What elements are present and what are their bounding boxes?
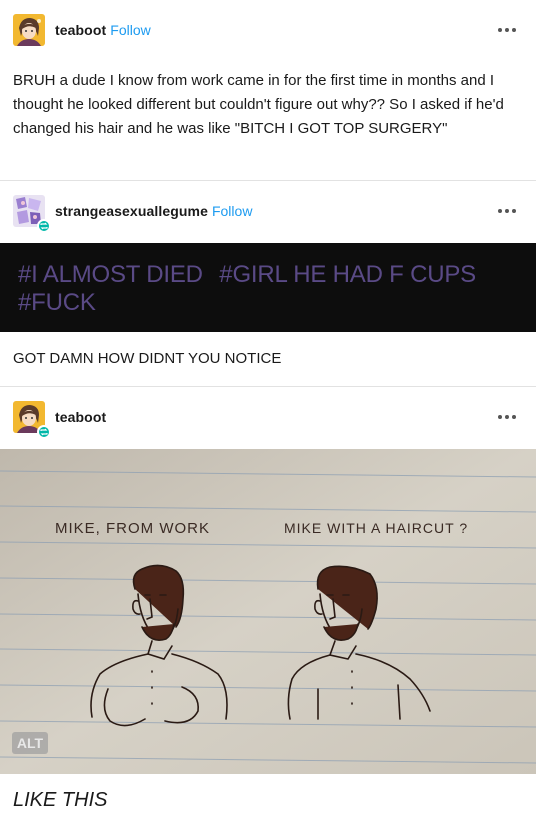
more-options-icon[interactable] xyxy=(498,415,516,419)
more-options-icon[interactable] xyxy=(498,209,516,213)
post-body-text: GOT DAMN HOW DIDNT YOU NOTICE xyxy=(13,350,282,367)
tag[interactable]: #GIRL HE HAD F CUPS xyxy=(219,261,476,288)
tag[interactable]: #FUCK xyxy=(18,289,96,316)
follow-button[interactable]: Follow xyxy=(212,203,252,219)
avatar[interactable] xyxy=(13,14,45,46)
drawing-image: MIKE, FROM WORK MIKE WITH A HAIRCUT ? xyxy=(0,449,536,774)
drawing-label-right: MIKE WITH A HAIRCUT ? xyxy=(284,520,468,536)
tags-block: #I ALMOST DIED #GIRL HE HAD F CUPS #FUCK xyxy=(0,243,536,332)
more-options-icon[interactable] xyxy=(498,28,516,32)
post-header-teaboot: teaboot xyxy=(0,387,536,447)
drawing-label-left: MIKE, FROM WORK xyxy=(55,520,210,537)
blog-name[interactable]: teaboot xyxy=(55,22,106,38)
post-header-teaboot: teaboot Follow xyxy=(0,0,536,60)
teaboot-avatar-icon xyxy=(13,14,45,46)
avatar[interactable] xyxy=(13,401,51,439)
post-caption: LIKE THIS xyxy=(13,789,108,811)
reblog-icon xyxy=(37,219,51,233)
tag[interactable]: #I ALMOST DIED xyxy=(18,261,203,288)
blog-name[interactable]: strangeasexuallegume xyxy=(55,203,208,219)
reblog-icon xyxy=(37,425,51,439)
post-header-strangeasexuallegume: strangeasexuallegume Follow xyxy=(0,181,536,241)
follow-button[interactable]: Follow xyxy=(110,22,150,38)
blog-name[interactable]: teaboot xyxy=(55,409,106,425)
avatar[interactable] xyxy=(13,195,51,233)
post-body-text: BRUH a dude I know from work came in for… xyxy=(13,72,504,137)
post-image[interactable]: MIKE, FROM WORK MIKE WITH A HAIRCUT ? AL… xyxy=(0,449,536,774)
alt-text-button[interactable]: ALT xyxy=(12,732,48,754)
